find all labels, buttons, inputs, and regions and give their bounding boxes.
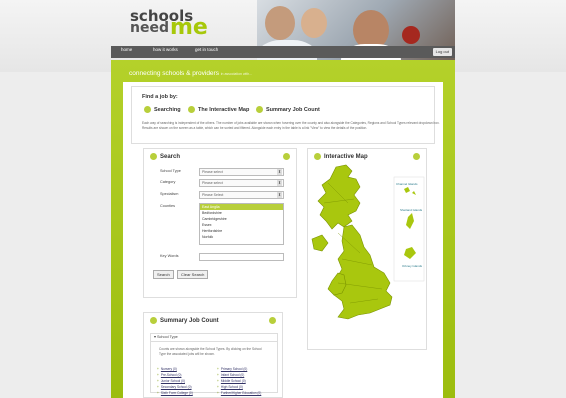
keywords-input[interactable] bbox=[199, 253, 284, 261]
summary-link[interactable]: Infant School (0) bbox=[217, 373, 244, 377]
summary-link[interactable]: Primary School (0) bbox=[217, 367, 247, 371]
clear-search-button[interactable]: Clear Search bbox=[177, 270, 209, 279]
toggle-icon[interactable] bbox=[413, 153, 420, 160]
chevron-down-icon: ⬍ bbox=[277, 169, 282, 175]
summary-description: Counts are shown alongside the School Ty… bbox=[159, 347, 262, 356]
summary-link[interactable]: Nursery (0) bbox=[157, 367, 177, 371]
counties-list[interactable]: East Anglia Bedfordshire Cambridgeshire … bbox=[199, 203, 284, 245]
chevron-down-icon: ⬍ bbox=[277, 192, 282, 198]
northern-ireland-region bbox=[311, 234, 329, 252]
keywords-label: Key Words bbox=[160, 254, 179, 258]
school-type-section: ▾ School Type Counts are shown alongside… bbox=[150, 333, 278, 395]
tagline-small: in association with... bbox=[220, 72, 253, 76]
county-option[interactable]: Norfolk bbox=[200, 234, 283, 240]
school-type-select[interactable]: Please select ⬍ bbox=[199, 168, 284, 176]
counties-label: Counties bbox=[160, 204, 175, 208]
map-icon bbox=[314, 153, 321, 160]
school-type-section-label: School Type bbox=[156, 335, 178, 339]
search-title-text: Search bbox=[160, 154, 181, 161]
map-panel-title: Interactive Map bbox=[314, 153, 368, 160]
summary-job-count-panel: Summary Job Count ▾ School Type Counts a… bbox=[143, 312, 283, 398]
logo-accent: me bbox=[170, 15, 208, 40]
option-summary-label: Summary Job Count bbox=[266, 106, 320, 113]
school-type-label: School Type bbox=[160, 169, 181, 173]
specialism-select[interactable]: Please Select ⬍ bbox=[199, 191, 284, 199]
summary-option-icon bbox=[256, 106, 263, 113]
summary-link[interactable]: Pre-School (0) bbox=[157, 373, 182, 377]
option-interactive-map[interactable]: The Interactive Map bbox=[188, 106, 249, 113]
summary-link[interactable]: Junior School (0) bbox=[157, 379, 185, 383]
toggle-icon[interactable] bbox=[269, 317, 276, 324]
summary-link[interactable]: Further/Higher Education (0) bbox=[217, 391, 261, 395]
summary-link[interactable]: High School (0) bbox=[217, 385, 243, 389]
category-label: Category bbox=[160, 180, 176, 184]
option-searching-label: Searching bbox=[154, 106, 181, 113]
summary-link[interactable]: Secondary School (0) bbox=[157, 385, 192, 389]
inset-label-orkney: Orkney Islands bbox=[402, 264, 423, 268]
search-panel-title: Search bbox=[150, 153, 180, 160]
chevron-down-icon: ⬍ bbox=[277, 180, 282, 186]
summary-icon bbox=[150, 317, 157, 324]
scotland-region bbox=[317, 164, 361, 230]
specialism-label: Specialism bbox=[160, 192, 179, 196]
search-button[interactable]: Search bbox=[153, 270, 174, 279]
option-searching[interactable]: Searching bbox=[144, 106, 181, 113]
nav-how-it-works[interactable]: how it works bbox=[153, 47, 178, 52]
option-map-label: The Interactive Map bbox=[198, 106, 250, 113]
find-description: Each way of searching is independent of … bbox=[142, 121, 440, 130]
logout-button[interactable]: Log out bbox=[432, 48, 452, 56]
toggle-icon[interactable] bbox=[283, 153, 290, 160]
nav-get-in-touch[interactable]: get in touch bbox=[195, 47, 218, 52]
inset-label-channel: Channel Islands bbox=[396, 182, 418, 186]
nav-bar: home how it works get in touch Log out bbox=[111, 46, 455, 58]
inset-label-shetland: Shetland Islands bbox=[400, 208, 423, 212]
category-value: Please select bbox=[202, 181, 223, 185]
map-title-text: Interactive Map bbox=[324, 154, 368, 161]
nav-home[interactable]: home bbox=[121, 47, 132, 52]
summary-panel-title: Summary Job Count bbox=[150, 317, 219, 324]
search-option-icon bbox=[144, 106, 151, 113]
uk-map[interactable]: Channel Islands Shetland Islands Orkney … bbox=[308, 163, 426, 348]
summary-title-text: Summary Job Count bbox=[160, 318, 219, 325]
site-container: schools need me home how it works get in… bbox=[111, 0, 455, 398]
search-panel: Search School Type Please select ⬍ Catego… bbox=[143, 148, 297, 298]
main-content: Find a job by: Searching The Interactive… bbox=[123, 82, 443, 398]
specialism-value: Please Select bbox=[202, 193, 224, 197]
summary-link[interactable]: Sixth Form College (0) bbox=[157, 391, 193, 395]
find-job-panel: Find a job by: Searching The Interactive… bbox=[131, 86, 440, 144]
interactive-map-panel: Interactive Map Channel Islands Shetland… bbox=[307, 148, 427, 350]
option-summary-count[interactable]: Summary Job Count bbox=[256, 106, 320, 113]
tagline: connecting schools & providers in associ… bbox=[129, 70, 252, 77]
site-logo[interactable]: schools need me bbox=[130, 9, 208, 39]
map-option-icon bbox=[188, 106, 195, 113]
find-job-title: Find a job by: bbox=[142, 94, 178, 100]
tagline-main: connecting schools & providers bbox=[129, 70, 219, 77]
summary-link[interactable]: Middle School (0) bbox=[217, 379, 246, 383]
school-type-header[interactable]: ▾ School Type bbox=[151, 334, 277, 342]
category-select[interactable]: Please select ⬍ bbox=[199, 179, 284, 187]
search-icon bbox=[150, 153, 157, 160]
school-type-value: Please select bbox=[202, 170, 223, 174]
england-region bbox=[333, 224, 393, 320]
